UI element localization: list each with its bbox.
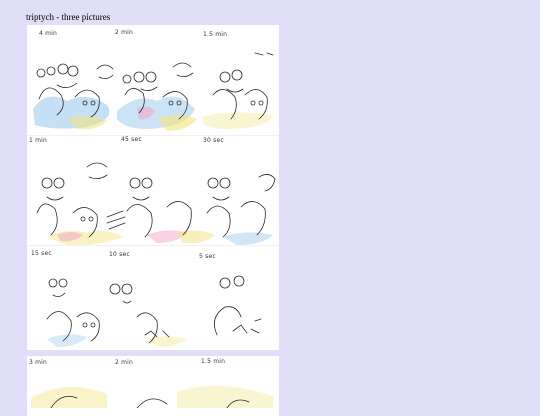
label-row1-col3: 1.5 min (203, 31, 228, 38)
label-row1-col1: 4 min (39, 30, 58, 37)
sketch-row-1 (27, 39, 279, 139)
label-image2-col1: 3 min (29, 359, 48, 366)
triptych-image-1[interactable]: 4 min 2 min 1.5 min 1 min 45 sec 30 sec … (27, 25, 279, 350)
label-row3-col3: 5 sec (199, 253, 216, 260)
row-divider (27, 135, 279, 136)
page-title: triptych - three pictures (26, 12, 111, 22)
label-image2-col3: 1.5 min (201, 358, 226, 365)
label-row2-col2: 45 sec (121, 136, 142, 143)
label-row2-col3: 30 sec (203, 137, 224, 144)
label-row3-col2: 10 sec (109, 251, 130, 258)
label-row2-col1: 1 min (29, 137, 48, 144)
label-row3-col1: 15 sec (31, 250, 52, 257)
label-row1-col2: 2 min (115, 29, 134, 36)
sketch-row-2 (27, 147, 279, 247)
triptych-image-2[interactable]: 3 min 2 min 1.5 min (27, 356, 279, 416)
row-divider (27, 245, 279, 246)
label-image2-col2: 2 min (115, 359, 134, 366)
sketch-image2-row-1 (27, 368, 279, 408)
sketch-row-3 (27, 261, 279, 349)
